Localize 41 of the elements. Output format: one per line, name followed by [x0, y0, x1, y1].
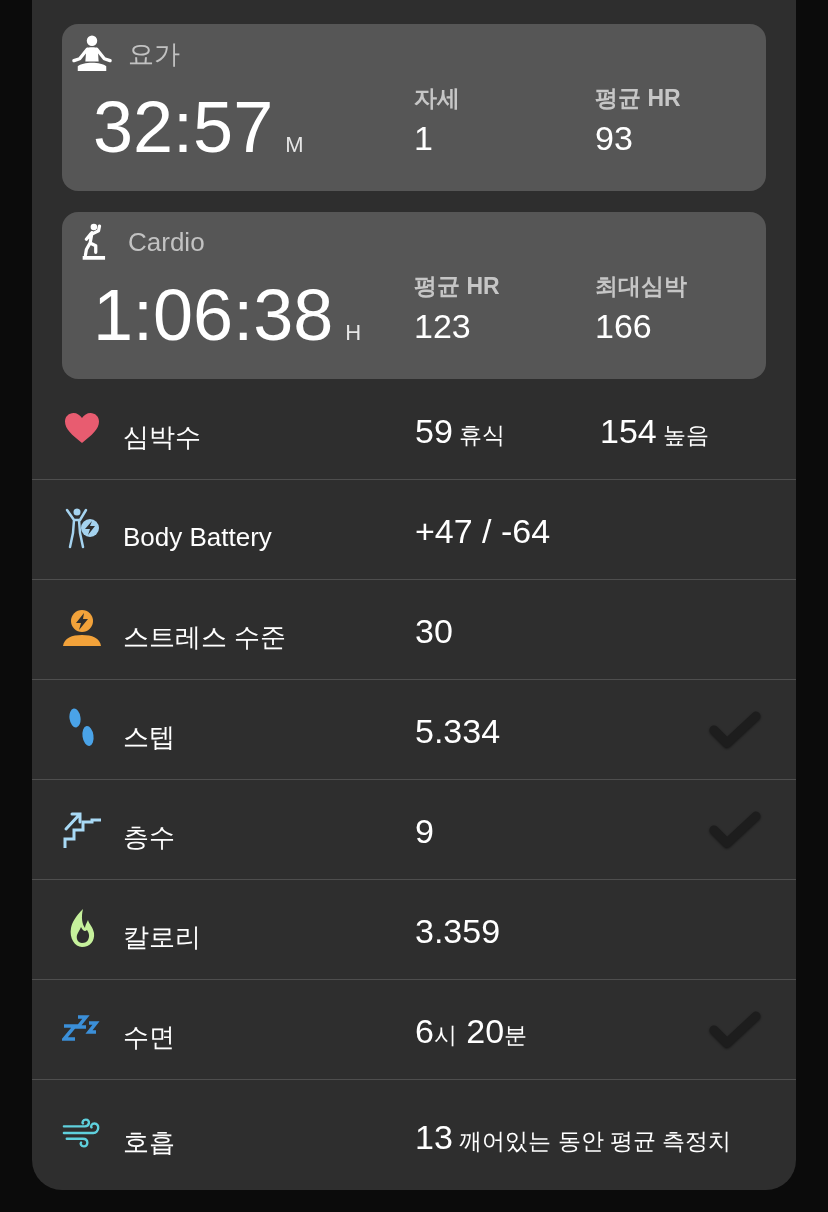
- metric-value: 3.359: [415, 911, 502, 952]
- metric-value: 154 높음: [600, 411, 711, 452]
- activity-duration: 1:06:38: [93, 279, 334, 351]
- stat-value: 93: [595, 118, 633, 158]
- activity-title: Cardio: [128, 226, 205, 258]
- stat-label: 최대심박: [595, 272, 687, 300]
- flame-icon: [68, 907, 96, 948]
- metric-value: 6시 20분: [415, 1011, 529, 1052]
- wind-icon: [62, 1117, 102, 1149]
- meditation-icon: [72, 35, 112, 73]
- metric-value: +47 / -64: [415, 511, 552, 552]
- stat-value: 123: [414, 306, 471, 346]
- metric-label: 수면: [123, 1020, 176, 1053]
- activity-card[interactable]: 요가 32:57 M 자세 1 평균 HR 93: [62, 24, 766, 191]
- metric-value: 5.334: [415, 711, 502, 752]
- person-bolt-icon: [62, 609, 102, 646]
- person-bolt-icon: [64, 506, 100, 549]
- metric-value: 59 휴식: [415, 411, 507, 452]
- activity-card[interactable]: Cardio 1:06:38 H 평균 HR 123 최대심박 166: [62, 212, 766, 379]
- metric-label: 심박수: [123, 420, 202, 453]
- metric-label: 호흡: [123, 1126, 176, 1158]
- metric-label: 스텝: [123, 720, 176, 753]
- metric-label: 스트레스 수준: [123, 620, 288, 653]
- stat-label: 자세: [414, 84, 460, 112]
- stat-value: 1: [414, 118, 433, 158]
- stat-value: 166: [595, 306, 652, 346]
- metric-value: 30: [415, 611, 454, 652]
- duration-unit: H: [345, 320, 362, 346]
- metric-label: Body Battery: [123, 520, 273, 553]
- duration-unit: M: [285, 132, 304, 158]
- stat-label: 평균 HR: [414, 272, 500, 300]
- activity-duration: 32:57: [93, 91, 274, 163]
- metric-label: 칼로리: [123, 920, 202, 953]
- stat-label: 평균 HR: [595, 84, 681, 112]
- zzz-icon: [62, 1013, 102, 1042]
- metric-label: 층수: [123, 820, 176, 853]
- metric-value: 13 깨어있는 동안 평균 측정치: [415, 1116, 732, 1158]
- metric-value: 9: [415, 811, 435, 852]
- heart-icon: [64, 411, 100, 444]
- footprints-icon: [67, 707, 97, 748]
- activity-title: 요가: [128, 38, 180, 70]
